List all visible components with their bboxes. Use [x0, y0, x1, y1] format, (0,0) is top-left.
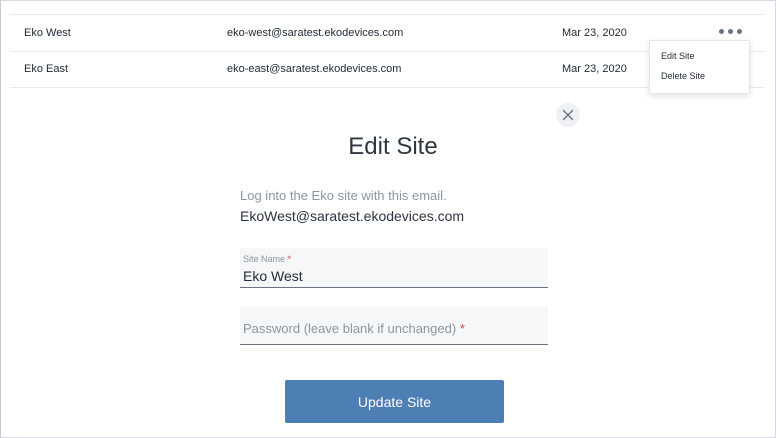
password-field[interactable]: Password (leave blank if unchanged) *: [240, 306, 548, 345]
close-icon[interactable]: [556, 103, 580, 127]
required-mark: *: [459, 321, 465, 336]
dot: [727, 28, 733, 34]
close-icon-glyph: [562, 109, 574, 121]
dot: [736, 28, 742, 34]
site-name-cell: Eko East: [24, 63, 69, 75]
site-login-email: EkoWest@saratest.ekodevices.com: [240, 208, 465, 224]
dot: [718, 28, 724, 34]
site-date-cell: Mar 23, 2020: [562, 63, 627, 75]
menu-item-edit-site[interactable]: Edit Site: [661, 51, 695, 61]
password-placeholder: Password (leave blank if unchanged) *: [243, 321, 465, 336]
update-site-button[interactable]: Update Site: [285, 380, 504, 423]
window-edge: [0, 0, 1, 438]
modal-title: Edit Site: [348, 133, 438, 160]
menu-item-delete-site[interactable]: Delete Site: [661, 71, 705, 81]
required-mark: *: [287, 254, 292, 264]
site-email-cell: eko-east@saratest.ekodevices.com: [227, 63, 402, 75]
row-actions-menu: Edit Site Delete Site: [649, 40, 750, 94]
site-name-cell: Eko West: [24, 27, 71, 39]
site-name-field[interactable]: Site Name * Eko West: [240, 248, 548, 288]
site-email-cell: eko-west@saratest.ekodevices.com: [227, 27, 404, 39]
site-name-label: Site Name *: [243, 254, 292, 264]
login-hint: Log into the Eko site with this email.: [240, 188, 447, 203]
site-name-value: Eko West: [243, 268, 303, 284]
more-horizontal-icon[interactable]: [715, 22, 745, 40]
site-date-cell: Mar 23, 2020: [562, 27, 627, 39]
